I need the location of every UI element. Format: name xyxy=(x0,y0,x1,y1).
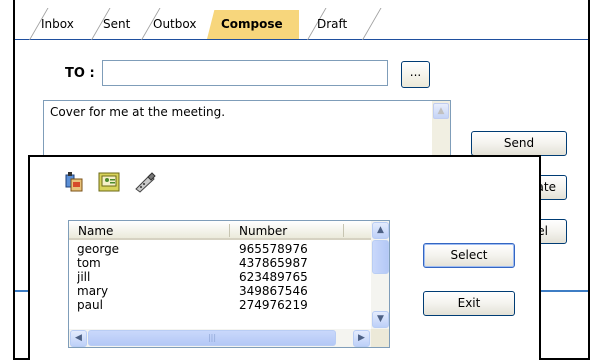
scrollbar-corner xyxy=(371,329,389,347)
scroll-up-icon[interactable]: ▲ xyxy=(433,103,449,119)
column-separator[interactable] xyxy=(229,224,230,237)
list-item[interactable]: mary 349867546 xyxy=(77,284,367,298)
tab-compose[interactable]: Compose xyxy=(207,10,299,39)
scroll-down-icon[interactable]: ▼ xyxy=(372,311,389,328)
tab-separator xyxy=(362,8,382,40)
list-item[interactable]: george 965578976 xyxy=(77,242,367,256)
message-scrollbar[interactable]: ▲ xyxy=(432,101,450,159)
vertical-scrollbar[interactable]: ▲ ▼ xyxy=(371,221,389,329)
scroll-right-icon[interactable]: ▶ xyxy=(353,330,370,347)
scroll-up-icon[interactable]: ▲ xyxy=(372,222,389,239)
add-contact-icon[interactable] xyxy=(64,171,86,193)
contact-number: 437865987 xyxy=(239,256,308,270)
to-label: TO : xyxy=(65,66,95,81)
list-item[interactable]: tom 437865987 xyxy=(77,256,367,270)
tab-label: Outbox xyxy=(153,17,197,31)
list-item[interactable]: paul 274976219 xyxy=(77,298,367,312)
browse-contacts-button[interactable]: ... xyxy=(401,61,430,88)
column-header-name[interactable]: Name xyxy=(78,224,113,238)
send-button[interactable]: Send xyxy=(471,131,567,156)
contact-name: george xyxy=(77,242,120,256)
scroll-left-icon[interactable]: ◀ xyxy=(70,330,87,347)
tab-label: Draft xyxy=(317,17,348,31)
contact-name: jill xyxy=(77,270,91,284)
contact-number: 623489765 xyxy=(239,270,308,284)
contacts-list[interactable]: Name Number george 965578976 tom 437865987… xyxy=(68,220,390,348)
scroll-thumb[interactable] xyxy=(372,240,389,274)
tab-draft[interactable]: Draft xyxy=(295,10,347,39)
contact-name: mary xyxy=(77,284,109,298)
tab-strip: Inbox Sent Outbox Compose Draft xyxy=(15,0,588,40)
tab-inbox[interactable]: Inbox xyxy=(19,10,74,39)
tab-label: Sent xyxy=(103,17,131,31)
contact-number: 274976219 xyxy=(239,298,308,312)
list-header: Name Number xyxy=(69,221,372,240)
tab-sent[interactable]: Sent xyxy=(81,10,130,39)
list-item[interactable]: jill 623489765 xyxy=(77,270,367,284)
to-input[interactable] xyxy=(102,60,388,86)
scroll-thumb[interactable]: ||| xyxy=(88,330,336,346)
contact-name: paul xyxy=(77,298,103,312)
app-window: Inbox Sent Outbox Compose Draft TO : ...… xyxy=(13,0,590,360)
column-header-number[interactable]: Number xyxy=(239,224,287,238)
column-separator[interactable] xyxy=(343,224,344,237)
phone-icon[interactable] xyxy=(133,171,156,193)
horizontal-scrollbar[interactable]: ◀ ||| ▶ xyxy=(69,329,372,347)
message-textarea[interactable]: Cover for me at the meeting. ▲ xyxy=(43,100,451,160)
message-text: Cover for me at the meeting. xyxy=(50,105,226,119)
exit-button[interactable]: Exit xyxy=(423,291,515,316)
contact-card-icon[interactable] xyxy=(98,171,120,193)
list-rows: george 965578976 tom 437865987 jill 6234897… xyxy=(77,242,367,326)
select-button[interactable]: Select xyxy=(423,243,515,268)
contact-number: 349867546 xyxy=(239,284,308,298)
tab-label: Inbox xyxy=(41,17,74,31)
tab-label: Compose xyxy=(221,17,283,31)
contacts-dialog: Name Number george 965578976 tom 437865987… xyxy=(28,155,541,360)
tab-outbox[interactable]: Outbox xyxy=(131,10,196,39)
contact-name: tom xyxy=(77,256,101,270)
contact-number: 965578976 xyxy=(239,242,308,256)
